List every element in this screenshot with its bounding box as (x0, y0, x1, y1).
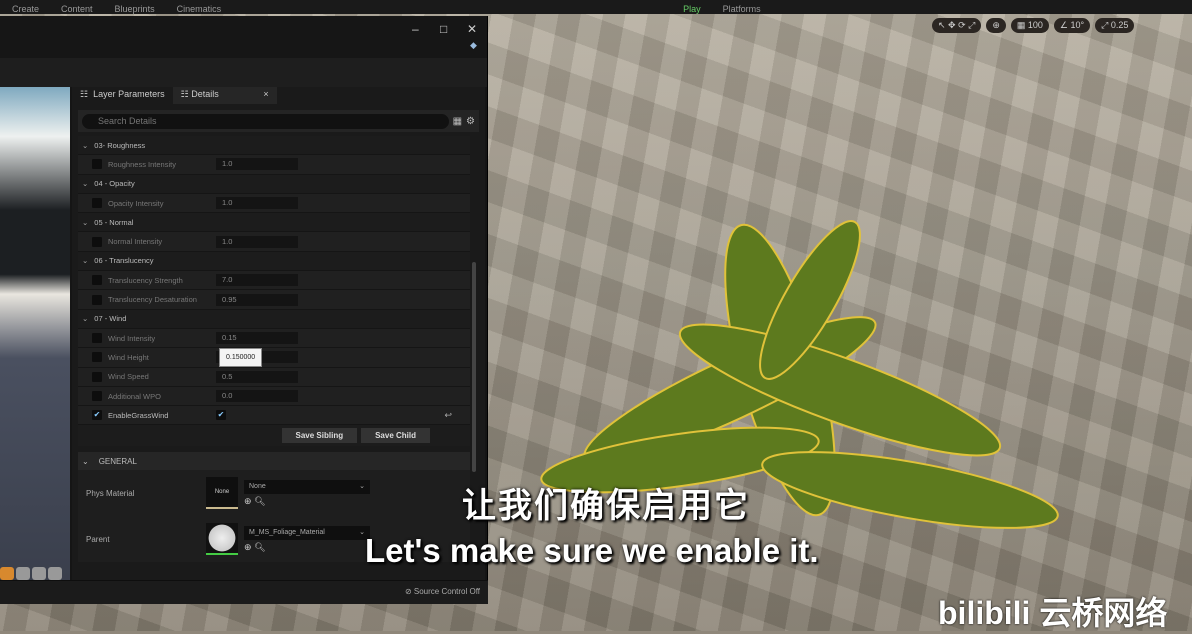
value-field[interactable]: 1.0 (216, 235, 298, 248)
category-header[interactable]: ⌄ 07 - Wind (78, 309, 470, 329)
parameter-row: Normal Intensity 1.0 (78, 232, 470, 252)
value-field[interactable]: 0.95 (216, 293, 298, 306)
enable-grass-wind-checkbox[interactable]: ✔ (216, 410, 226, 421)
toolbar-content[interactable]: Content (61, 4, 93, 14)
editor-toolbar (0, 58, 487, 87)
close-icon[interactable]: ✕ (467, 22, 477, 36)
override-checkbox[interactable] (92, 371, 102, 382)
parameter-row: Wind Intensity 0.15 (78, 328, 470, 349)
sliders-icon: ☷ (80, 89, 89, 99)
bilibili-watermark: bilibili 云桥网络 (938, 595, 1168, 631)
parent-material-thumbnail[interactable] (206, 523, 238, 556)
parameter-row: Opacity Intensity 1.0 (78, 193, 470, 214)
details-panel: ☷Layer Parameters ☷ Details× ▦ ⚙ ⌄03- Ro… (72, 87, 485, 580)
scrollbar[interactable] (472, 262, 476, 472)
override-checkbox[interactable]: ✔ (92, 410, 102, 421)
value-field[interactable]: 0.5 (216, 370, 298, 383)
override-checkbox[interactable] (92, 198, 102, 209)
subtitle-english: Let's make sure we enable it. (365, 532, 819, 569)
chevron-down-icon: ⌄ (82, 256, 89, 266)
value-field[interactable]: 1.0 (216, 197, 298, 210)
transform-tools[interactable]: ↖ ✥ ⟳ ⤢ (932, 18, 982, 33)
chevron-down-icon: ⌄ (82, 456, 89, 466)
parameter-row: Wind Speed 0.5 (78, 367, 470, 387)
value-field[interactable]: 7.0 (216, 274, 298, 287)
parameter-row: ✔ EnableGrassWind ✔ ↩ (78, 406, 470, 426)
table-view-icon[interactable]: ▦ (453, 116, 462, 127)
material-instance-editor: – □ ✕ ◆ ☷Layer Parameters ☷ Details× ▦ ⚙… (0, 16, 488, 604)
preview-mesh-icon[interactable] (48, 567, 62, 580)
tab-layer-parameters[interactable]: ☷ Layer Parameters (72, 87, 173, 104)
scale-snap[interactable]: ⤢ 0.25 (1095, 18, 1135, 33)
angle-snap[interactable]: ∠ 10° (1053, 18, 1091, 33)
toolbar-cinematics[interactable]: Cinematics (177, 4, 222, 14)
parameter-row: Additional WPO 0.0 (78, 386, 470, 407)
category-header[interactable]: ⌄ 04 - Opacity (78, 174, 470, 194)
value-field[interactable]: 1.0 (216, 158, 298, 171)
grid-snap[interactable]: ▦ 100 (1010, 18, 1049, 33)
category-header[interactable]: ⌄ 03- Roughness (78, 136, 470, 156)
value-tooltip: 0.150000 (219, 348, 263, 367)
source-icon: ◆ (470, 40, 477, 50)
source-control-button[interactable]: ⊘ Source Control Off (405, 587, 480, 596)
override-checkbox[interactable] (92, 352, 102, 363)
title-bar: – □ ✕ ◆ (0, 16, 487, 58)
phys-material-dropdown[interactable]: None ⌄ (244, 479, 370, 494)
parameter-row: Translucency Strength 7.0 (78, 271, 470, 291)
override-checkbox[interactable] (92, 333, 102, 344)
parameter-row: Roughness Intensity 1.0 (78, 155, 470, 175)
use-selected-icon[interactable]: ⊕ (244, 496, 252, 506)
general-category[interactable]: ⌄ GENERAL (78, 452, 470, 471)
chevron-down-icon: ⌄ (359, 482, 365, 490)
override-checkbox[interactable] (92, 275, 102, 286)
value-field[interactable]: 0.15 (216, 332, 298, 345)
save-sibling-button[interactable]: Save Sibling (281, 428, 358, 444)
preview-sphere-icon[interactable] (0, 567, 14, 580)
search-input[interactable] (82, 113, 449, 129)
preview-cube-icon[interactable] (32, 567, 46, 580)
category-header[interactable]: ⌄ 06 - Translucency (78, 251, 470, 272)
preview-plane-icon[interactable] (16, 567, 30, 580)
play-button[interactable]: Play (683, 4, 701, 14)
gear-icon[interactable]: ⚙ (466, 116, 475, 127)
toolbar-create[interactable]: Create (12, 4, 39, 14)
phys-material-row: Phys Material None None ⌄ ⊕ 🔍︎ (78, 470, 470, 517)
chevron-down-icon: ⌄ (82, 179, 89, 189)
minimize-icon[interactable]: – (412, 22, 419, 36)
override-checkbox[interactable] (92, 236, 102, 247)
toolbar-blueprints[interactable]: Blueprints (115, 4, 155, 14)
chevron-down-icon: ⌄ (82, 314, 89, 324)
world-local-toggle[interactable]: ⊕ (986, 18, 1006, 33)
save-child-button[interactable]: Save Child (361, 428, 430, 444)
viewport-toolbar: ↖ ✥ ⟳ ⤢ ⊕ ▦ 100 ∠ 10° ⤢ 0.25 (932, 18, 1135, 33)
subtitle-chinese: 让我们确保启用它 (462, 487, 750, 525)
status-bar: ⊘ Source Control Off (0, 580, 488, 604)
override-checkbox[interactable] (92, 391, 102, 401)
value-field[interactable]: 0.0 (216, 390, 298, 402)
parameter-row: Wind Height (78, 348, 470, 368)
browse-search-icon[interactable]: 🔍︎ (254, 496, 265, 506)
override-checkbox[interactable] (92, 159, 102, 170)
platforms-button[interactable]: Platforms (723, 4, 761, 14)
use-selected-icon[interactable]: ⊕ (244, 542, 252, 552)
override-checkbox[interactable] (92, 294, 102, 305)
chevron-down-icon: ⌄ (82, 140, 89, 150)
sliders-icon: ☷ (180, 89, 189, 99)
tab-details[interactable]: ☷ Details × (172, 87, 277, 104)
parameter-row: Translucency Desaturation 0.95 (78, 290, 470, 310)
maximize-icon[interactable]: □ (440, 22, 447, 36)
category-header[interactable]: ⌄ 05 - Normal (78, 213, 470, 233)
phys-material-thumbnail[interactable]: None (206, 477, 238, 510)
preview-viewport[interactable] (0, 87, 70, 580)
tab-close-icon[interactable]: × (263, 89, 268, 102)
chevron-down-icon: ⌄ (82, 217, 89, 227)
reset-arrow-icon[interactable]: ↩ (444, 410, 452, 421)
parent-material-dropdown[interactable]: M_MS_Foliage_Material ⌄ (244, 525, 370, 540)
browse-search-icon[interactable]: 🔍︎ (254, 542, 265, 552)
main-toolbar: Create Content Blueprints Cinematics Pla… (0, 0, 1192, 14)
